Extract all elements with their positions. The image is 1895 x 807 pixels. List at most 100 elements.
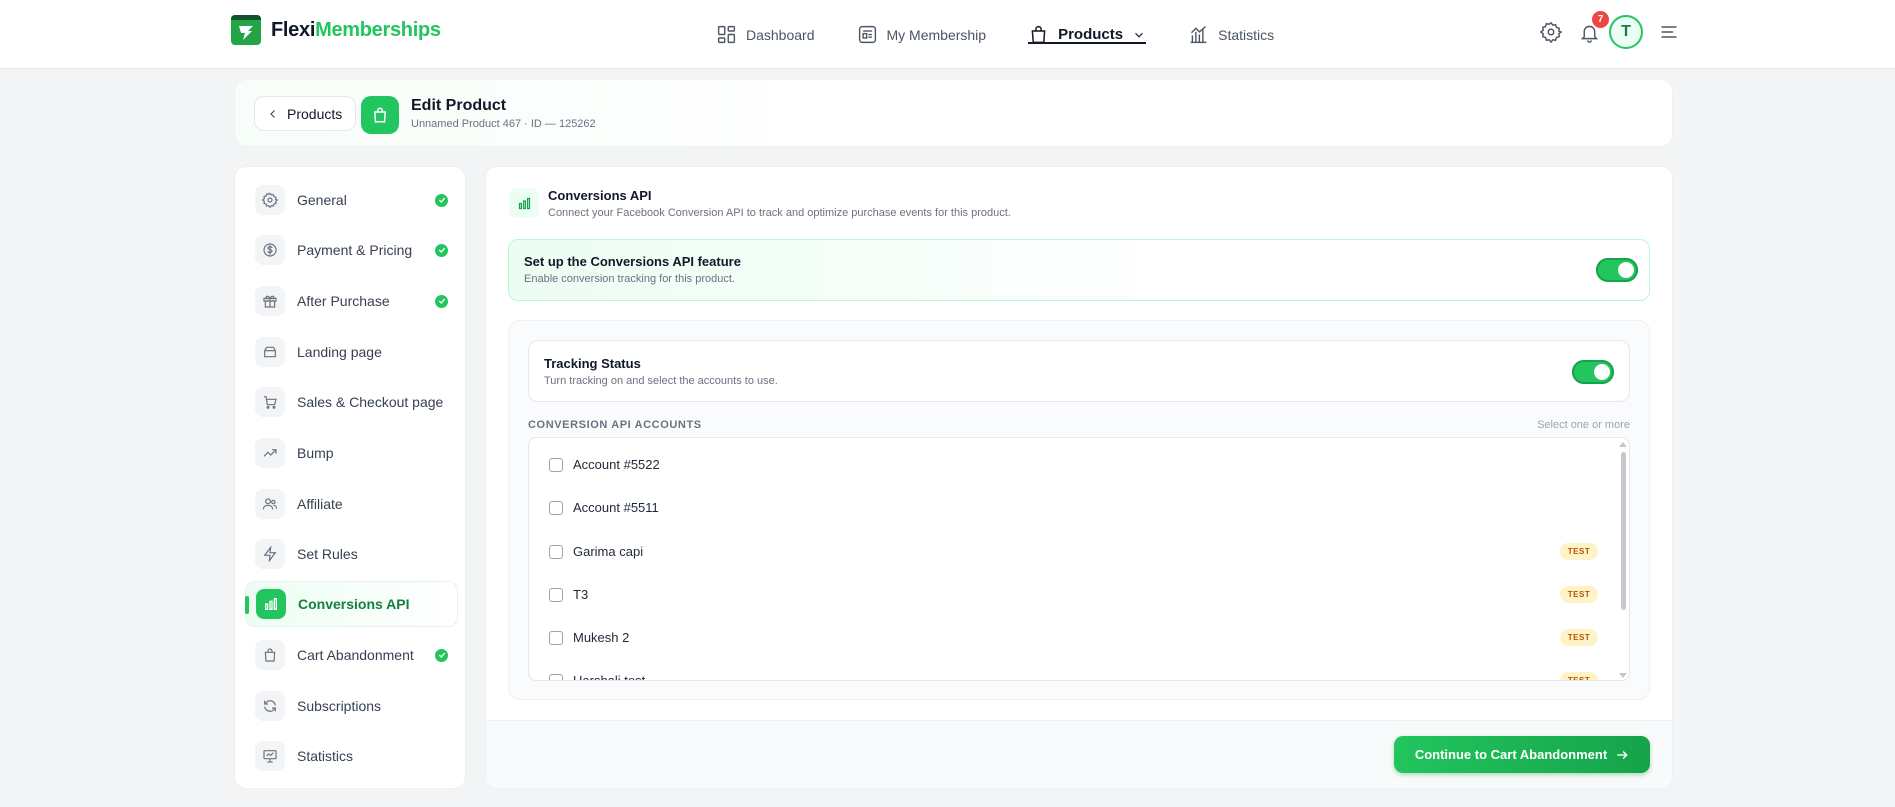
account-checkbox[interactable] (549, 545, 563, 559)
bolt-icon (255, 539, 285, 569)
account-checkbox[interactable] (549, 458, 563, 472)
setup-conversions-api-toggle[interactable] (1596, 258, 1638, 282)
shopping-bag-icon (1031, 25, 1046, 44)
cart-icon (255, 387, 285, 417)
topbar-actions: 7 T (1537, 11, 1683, 49)
account-checkbox[interactable] (549, 631, 563, 645)
nav-dashboard[interactable]: Dashboard (716, 0, 815, 69)
sidebar-item-payment-pricing[interactable]: Payment & Pricing (245, 227, 458, 273)
sidebar-item-set-rules[interactable]: Set Rules (245, 531, 458, 577)
account-checkbox[interactable] (549, 501, 563, 515)
sidebar-item-landing-page[interactable]: Landing page (245, 329, 458, 375)
sidebar-item-label: Subscriptions (297, 698, 382, 714)
product-icon-box (361, 96, 399, 134)
shopping-bag-icon (255, 640, 285, 670)
brand-name: FlexiMemberships (271, 18, 441, 41)
refresh-icon (255, 691, 285, 721)
sidebar-item-label: General (297, 192, 347, 208)
list-item[interactable]: Mukesh 2 TEST (529, 616, 1609, 659)
nav-my-membership-label: My Membership (886, 26, 987, 43)
chevron-left-icon (270, 109, 275, 118)
section-title: Conversions API (548, 188, 652, 203)
accounts-scrollbar[interactable] (1619, 442, 1627, 678)
continue-button[interactable]: Continue to Cart Abandonment (1394, 736, 1650, 773)
conversions-api-panel: Conversions API Connect your Facebook Co… (485, 166, 1673, 789)
bar-chart-icon (256, 589, 286, 619)
back-to-products-button[interactable]: Products (254, 96, 357, 131)
sidebar-item-label: Payment & Pricing (297, 242, 413, 258)
account-checkbox[interactable] (549, 674, 563, 680)
gift-icon (255, 286, 285, 316)
hamburger-menu-icon (1661, 26, 1677, 38)
tracking-status-subtitle: Turn tracking on and select the accounts… (544, 375, 778, 387)
arrow-right-icon (1617, 750, 1628, 759)
sidebar-item-label: Sales & Checkout page (297, 394, 444, 410)
settings-button[interactable] (1537, 18, 1565, 46)
chevron-down-icon (1135, 32, 1144, 38)
accounts-section-label: CONVERSION API ACCOUNTS (528, 419, 702, 431)
setup-subtitle: Enable conversion tracking for this prod… (524, 273, 735, 285)
brand-logo-icon (231, 15, 261, 45)
sidebar-item-general[interactable]: General (245, 177, 458, 223)
sidebar-item-statistics[interactable]: Statistics (245, 733, 458, 779)
account-name: Account #5522 (573, 457, 660, 472)
sidebar-item-label: Affiliate (297, 496, 343, 512)
dollar-icon (255, 235, 285, 265)
accounts-hint: Select one or more (1537, 419, 1630, 431)
panel-footer: Continue to Cart Abandonment (486, 720, 1672, 788)
check-icon (435, 243, 448, 257)
tracking-status-title: Tracking Status (544, 356, 641, 371)
newspaper-icon (858, 25, 876, 44)
scroll-down-arrow-icon[interactable] (1619, 673, 1627, 678)
sidebar-item-label: Set Rules (297, 546, 358, 562)
product-settings-sidebar: General Payment & Pricing After Purchase… (234, 166, 466, 789)
section-subtitle: Connect your Facebook Conversion API to … (548, 207, 1011, 219)
nav-products[interactable]: Products (1028, 0, 1147, 69)
continue-button-label: Continue to Cart Abandonment (1414, 747, 1608, 762)
nav-products-label: Products (1058, 26, 1124, 43)
account-name: Mukesh 2 (573, 630, 630, 645)
sidebar-item-affiliate[interactable]: Affiliate (245, 481, 458, 527)
sidebar-item-cart-abandonment[interactable]: Cart Abandonment (245, 632, 458, 678)
accounts-list[interactable]: Account #5522 Account #5511 Garima capi … (528, 437, 1630, 681)
sidebar-item-label: Conversions API (298, 596, 410, 612)
sidebar-item-bump[interactable]: Bump (245, 430, 458, 476)
list-item[interactable]: Account #5522 (529, 443, 1609, 486)
nav-dashboard-label: Dashboard (746, 26, 815, 43)
brand[interactable]: FlexiMemberships (231, 15, 441, 45)
test-badge: TEST (1560, 586, 1598, 603)
bar-chart-icon (1190, 26, 1207, 44)
gear-icon (255, 185, 285, 215)
setup-title: Set up the Conversions API feature (524, 254, 741, 269)
notification-badge: 7 (1592, 11, 1609, 28)
presentation-icon (255, 741, 285, 771)
avatar[interactable]: T (1609, 15, 1643, 49)
sidebar-item-label: Cart Abandonment (297, 647, 414, 663)
list-item[interactable]: Garima capi TEST (529, 530, 1609, 573)
menu-button[interactable] (1655, 18, 1683, 46)
account-checkbox[interactable] (549, 588, 563, 602)
sidebar-item-sales-checkout[interactable]: Sales & Checkout page (245, 379, 458, 425)
sidebar-item-subscriptions[interactable]: Subscriptions (245, 683, 458, 729)
tracking-panel: Tracking Status Turn tracking on and sel… (508, 320, 1650, 700)
account-name: Account #5511 (573, 500, 659, 515)
main-nav: Dashboard My Membership Products Statist… (716, 0, 1316, 69)
back-button-label: Products (287, 105, 343, 122)
tracking-status-toggle[interactable] (1572, 360, 1614, 384)
shopping-bag-icon (373, 107, 387, 123)
trend-up-icon (255, 438, 285, 468)
account-name: T3 (573, 587, 589, 602)
gear-icon (1540, 21, 1562, 43)
check-icon (435, 294, 448, 308)
list-item[interactable]: Harshali test TEST (529, 659, 1609, 680)
sidebar-item-conversions-api[interactable]: Conversions API (245, 581, 458, 627)
top-navbar: FlexiMemberships Dashboard My Membership… (0, 0, 1895, 69)
sidebar-item-label: Bump (297, 445, 334, 461)
scroll-up-arrow-icon[interactable] (1619, 442, 1627, 447)
list-item[interactable]: T3 TEST (529, 573, 1609, 616)
scroll-thumb[interactable] (1621, 452, 1626, 610)
nav-my-membership[interactable]: My Membership (857, 0, 987, 69)
nav-statistics[interactable]: Statistics (1188, 0, 1274, 69)
list-item[interactable]: Account #5511 (529, 486, 1609, 529)
sidebar-item-after-purchase[interactable]: After Purchase (245, 278, 458, 324)
